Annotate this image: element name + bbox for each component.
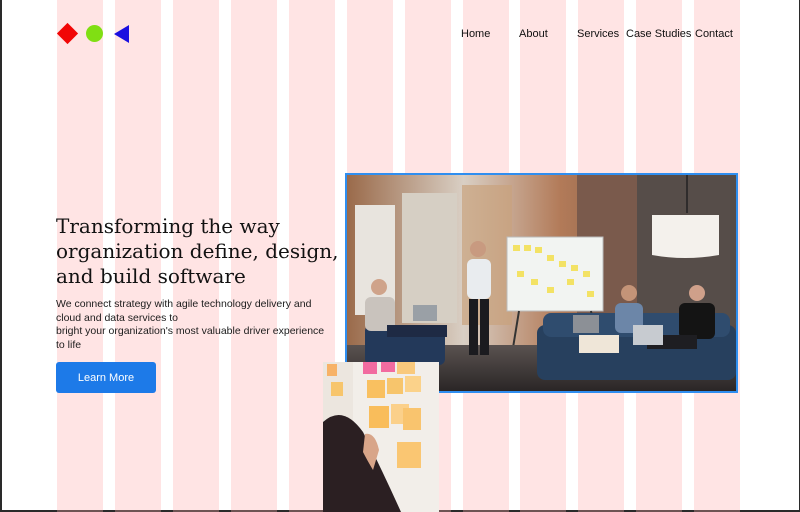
sticky-notes-photo — [323, 362, 439, 512]
hero-title-line: Transforming the way — [56, 214, 280, 238]
nav-item-case-studies[interactable]: Case Studies — [626, 28, 691, 40]
hero-description-line: to life — [56, 338, 82, 351]
hero-description: We connect strategy with agile technolog… — [56, 298, 341, 352]
nav-item-home[interactable]: Home — [461, 28, 490, 40]
hero-description-line: cloud and data services to — [56, 311, 178, 324]
hero-title-line: and build software — [56, 264, 246, 288]
learn-more-button[interactable]: Learn More — [56, 362, 156, 393]
hero-description-line: bright your organization's most valuable… — [56, 325, 325, 337]
hero-title-line: organization define, design, — [56, 239, 339, 263]
hero-title: Transforming the way organization define… — [56, 214, 346, 289]
hero-description-line: We connect strategy with agile technolog… — [56, 298, 312, 310]
nav-item-services[interactable]: Services — [577, 28, 619, 40]
nav-item-about[interactable]: About — [519, 28, 548, 40]
nav-item-contact[interactable]: Contact — [695, 28, 733, 40]
main-nav: Home About Services Case Studies Contact — [0, 28, 800, 42]
team-meeting-photo — [345, 173, 738, 393]
window-frame-left — [0, 0, 2, 512]
